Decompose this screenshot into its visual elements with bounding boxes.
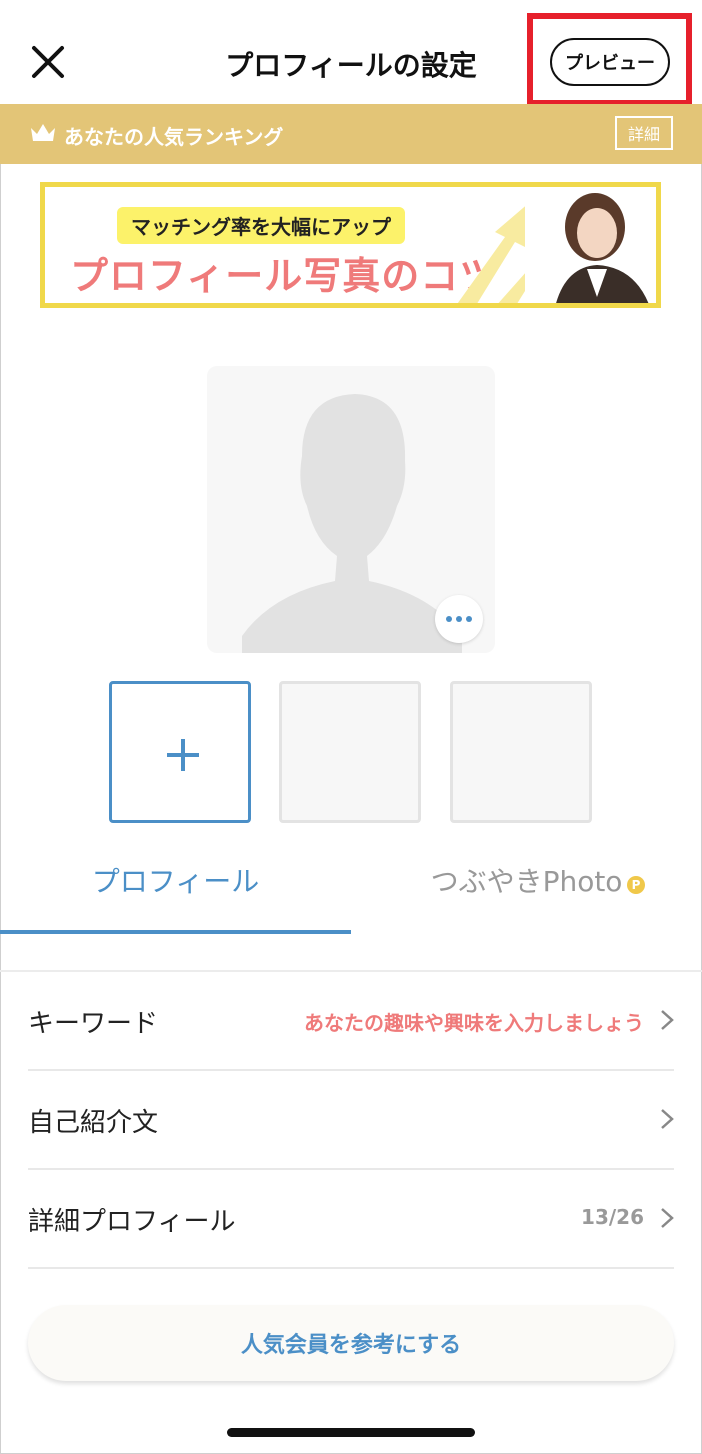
p-badge-icon: P: [627, 876, 645, 894]
photo-more-button[interactable]: [435, 595, 483, 643]
ranking-bar[interactable]: あなたの人気ランキング 詳細: [0, 104, 702, 164]
list-item-label: キーワード: [28, 1009, 159, 1039]
chevron-right-icon: [661, 1208, 674, 1228]
more-icon-dot: [466, 616, 472, 622]
more-icon-dot: [456, 616, 462, 622]
photo-tips-banner[interactable]: マッチング率を大幅にアップ プロフィール写真のコツ: [40, 182, 661, 308]
tab-tsubuyaki-photo[interactable]: つぶやきPhoto: [351, 860, 702, 934]
active-tab-underline: [0, 930, 351, 934]
banner-pill: マッチング率を大幅にアップ: [117, 207, 405, 244]
list-item-keyword[interactable]: キーワード あなたの趣味や興味を入力しましょう: [28, 971, 674, 1071]
header: プロフィールの設定 プレビュー: [0, 0, 702, 106]
list-item-detail-profile[interactable]: 詳細プロフィール 13/26: [28, 1169, 674, 1269]
tab-profile[interactable]: プロフィール: [0, 860, 351, 934]
add-photo-button[interactable]: [109, 681, 251, 823]
list-item-label: 自己紹介文: [28, 1108, 159, 1138]
banner-title: プロフィール写真のコツ: [70, 254, 499, 298]
list-item-self-intro[interactable]: 自己紹介文: [28, 1070, 674, 1170]
empty-photo-slot[interactable]: [450, 681, 592, 823]
empty-photo-slot[interactable]: [279, 681, 421, 823]
highlight-box: [527, 13, 692, 106]
home-indicator: [227, 1428, 475, 1437]
popular-members-button[interactable]: 人気会員を参考にする: [28, 1305, 674, 1381]
list-item-value: 13/26: [581, 1205, 644, 1229]
more-icon-dot: [446, 616, 452, 622]
list-item-label: 詳細プロフィール: [28, 1207, 236, 1237]
ranking-detail-button[interactable]: 詳細: [615, 116, 673, 150]
chevron-right-icon: [661, 1109, 674, 1129]
plus-icon: [167, 739, 199, 771]
woman-photo-image: [525, 187, 656, 303]
list-item-value: あなたの趣味や興味を入力しましょう: [304, 1011, 644, 1035]
crown-icon: [31, 124, 55, 141]
chevron-right-icon: [661, 1010, 674, 1030]
ranking-label: あなたの人気ランキング: [64, 125, 284, 149]
